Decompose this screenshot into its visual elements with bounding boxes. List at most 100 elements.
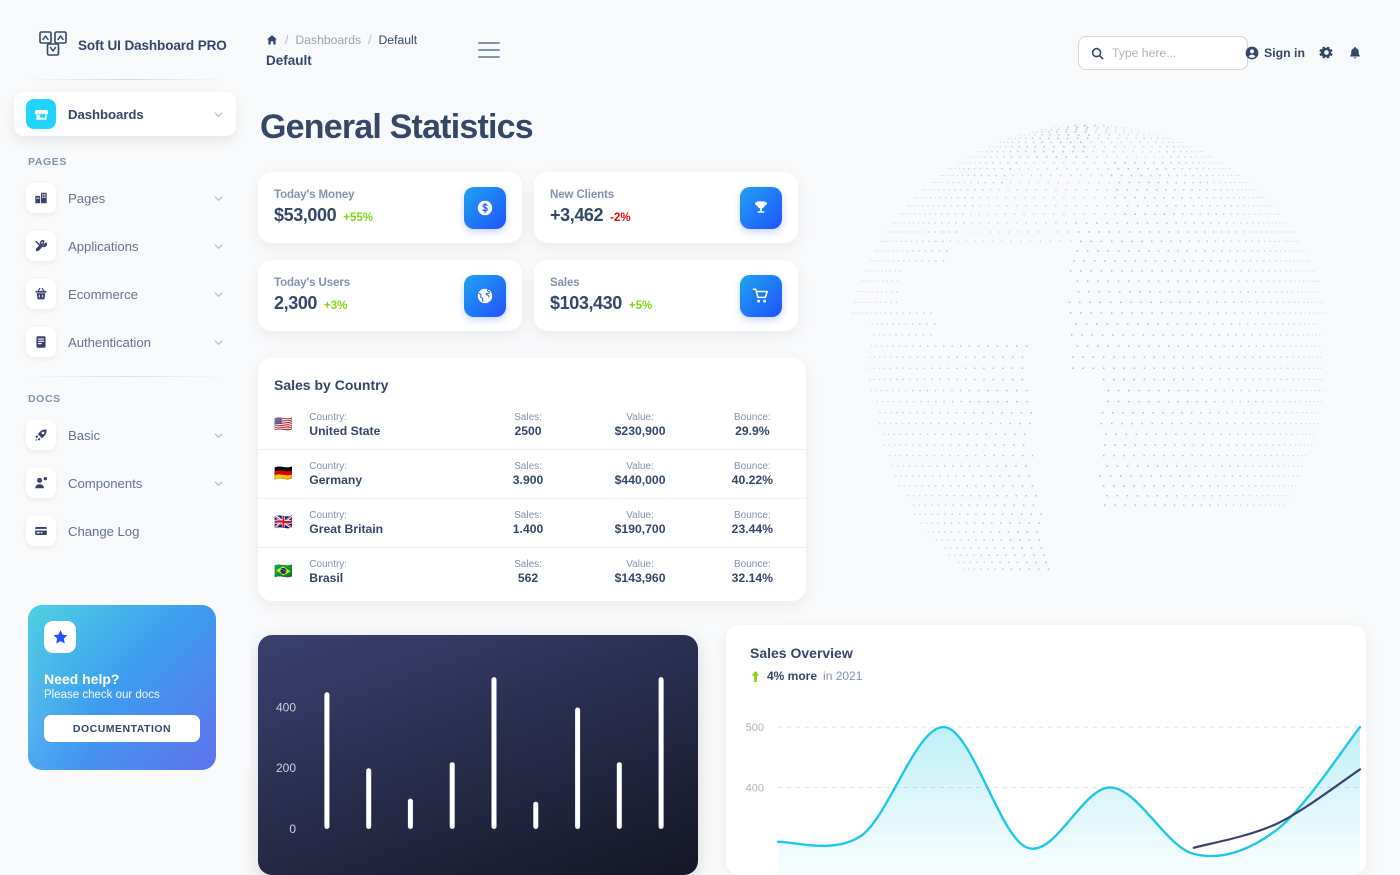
sidebar-item-applications[interactable]: Applications [14,224,236,268]
sidebar-item-components[interactable]: Components [14,461,236,505]
column-header-value: Value: [581,461,698,472]
home-icon[interactable] [266,34,278,46]
flag-icon-gb: 🇬🇧 [274,514,293,531]
cell-bounce: 29.9% [699,424,806,438]
help-card-title: Need help? [44,671,200,687]
svg-text:500: 500 [746,722,764,734]
svg-text:400: 400 [746,782,764,794]
stat-card-new-clients[interactable]: New Clients +3,462 -2% [534,172,798,243]
stat-value: +3,462 [550,205,603,226]
chevron-down-icon [213,430,224,441]
trophy-icon [740,187,782,229]
svg-text:0: 0 [289,822,296,836]
star-icon [44,621,76,653]
table-row[interactable]: 🇬🇧 Country: Great Britain Sales: 1.400 V… [258,499,806,548]
breadcrumb-item-dashboards[interactable]: Dashboards [295,33,361,47]
sidebar-item-label: Authentication [68,335,201,350]
stat-delta: +3% [324,300,347,312]
breadcrumb-item-default[interactable]: Default [379,33,418,47]
sign-in-button[interactable]: Sign in [1245,46,1305,60]
cell-sales: 562 [475,571,582,585]
column-header-sales: Sales: [475,559,582,570]
stat-delta: +5% [629,300,652,312]
breadcrumb-separator: / [285,33,288,47]
stat-value: $53,000 [274,205,336,226]
cell-value: $230,900 [581,424,698,438]
column-header-bounce: Bounce: [699,559,806,570]
sidebar-item-ecommerce[interactable]: Ecommerce [14,272,236,316]
page-subtitle: Default [266,53,312,68]
bar-chart[interactable]: 0 200 400 [258,663,698,843]
column-header-country: Country: [309,559,474,570]
cell-country: United State [309,424,474,438]
column-header-country: Country: [309,510,474,521]
sidebar-item-change-log[interactable]: Change Log [14,509,236,553]
dollar-circle-icon [464,187,506,229]
office-icon [26,183,56,213]
sidebar-item-label: Basic [68,428,201,443]
cell-bounce: 32.14% [699,571,806,585]
svg-text:200: 200 [276,761,296,775]
flag-icon-de: 🇩🇪 [274,465,293,482]
search-input[interactable] [1112,46,1232,60]
stat-value: 2,300 [274,293,317,314]
brand-name: Soft UI Dashboard PRO [78,38,227,53]
hamburger-icon[interactable] [478,42,502,58]
stat-card-todays-money[interactable]: Today's Money $53,000 +55% [258,172,522,243]
column-header-bounce: Bounce: [699,510,806,521]
stat-delta: -2% [610,212,630,224]
svg-text:400: 400 [276,700,296,714]
sales-by-country-table: 🇺🇸 Country: United State Sales: 2500 Val… [258,401,806,596]
stat-label: Sales [550,277,652,289]
chevron-down-icon [213,193,224,204]
stat-card-todays-users[interactable]: Today's Users 2,300 +3% [258,260,522,331]
cell-country: Germany [309,473,474,487]
search-box[interactable] [1078,36,1248,70]
bar-chart-card: 0 200 400 [258,635,698,875]
table-row[interactable]: 🇧🇷 Country: Brasil Sales: 562 Value: $14… [258,548,806,597]
table-row[interactable]: 🇩🇪 Country: Germany Sales: 3.900 Value: … [258,450,806,499]
column-header-country: Country: [309,412,474,423]
sidebar-section-docs: DOCS [14,377,236,413]
cell-sales: 3.900 [475,473,582,487]
sidebar-item-basic[interactable]: Basic [14,413,236,457]
topbar-actions: Sign in [1245,45,1362,60]
globe-icon [464,275,506,317]
rocket-icon [26,420,56,450]
chevron-down-icon [213,478,224,489]
stat-card-sales[interactable]: Sales $103,430 +5% [534,260,798,331]
column-header-country: Country: [309,461,474,472]
bell-icon[interactable] [1348,46,1362,60]
documentation-button[interactable]: DOCUMENTATION [44,715,200,742]
chevron-down-icon [213,241,224,252]
soft-ui-logo-icon [38,30,68,60]
stat-label: Today's Money [274,189,373,201]
stat-label: Today's Users [274,277,350,289]
sidebar-item-pages[interactable]: Pages [14,176,236,220]
cell-bounce: 23.44% [699,522,806,536]
cell-value: $143,960 [581,571,698,585]
cell-value: $190,700 [581,522,698,536]
sidebar-item-dashboards[interactable]: Dashboards [14,92,236,136]
brand[interactable]: Soft UI Dashboard PRO [0,0,250,60]
arrow-up-icon [750,670,761,683]
credit-card-icon [26,516,56,546]
shop-icon [26,99,56,129]
trend-suffix: in 2021 [823,669,862,683]
sidebar-item-label: Applications [68,239,201,254]
sales-overview-trend: 4% more in 2021 [726,661,1366,683]
sidebar-item-authentication[interactable]: Authentication [14,320,236,364]
cart-icon [740,275,782,317]
sidebar: Soft UI Dashboard PRO Dashboards PAGES [0,0,250,770]
gear-icon[interactable] [1319,45,1334,60]
column-header-bounce: Bounce: [699,461,806,472]
sales-overview-chart[interactable]: 400 500 [726,703,1366,875]
sidebar-section-pages: PAGES [14,140,236,176]
table-row[interactable]: 🇺🇸 Country: United State Sales: 2500 Val… [258,401,806,450]
user-plus-icon [26,468,56,498]
topbar: / Dashboards / Default Default Sign in [250,0,1400,90]
column-header-bounce: Bounce: [699,412,806,423]
sales-by-country-card: Sales by Country 🇺🇸 Country: United Stat… [258,358,806,601]
sidebar-item-label: Ecommerce [68,287,201,302]
chevron-down-icon [213,109,224,120]
